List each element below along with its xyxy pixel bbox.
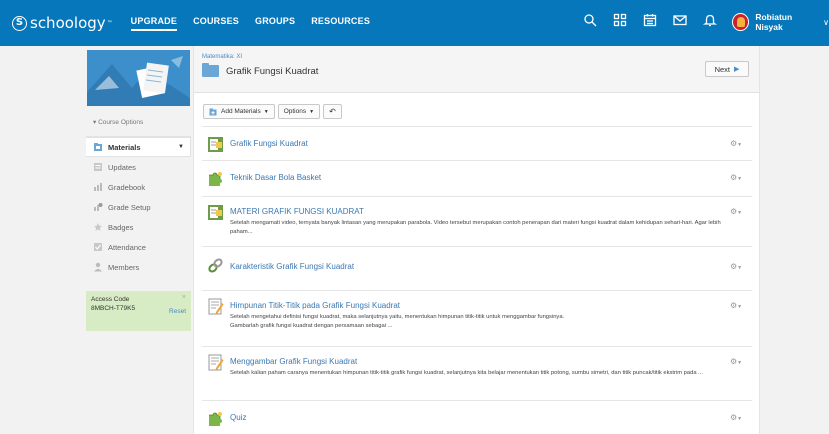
- sidebar-item-updates[interactable]: Updates: [86, 157, 191, 177]
- folder-icon: [202, 63, 219, 77]
- avatar[interactable]: [732, 13, 750, 31]
- course-menu: Materials ▼ Updates Gradebook Grade Setu…: [86, 136, 191, 277]
- assignment-icon: [207, 354, 224, 371]
- user-name[interactable]: Robiatun Nisyak: [755, 12, 819, 32]
- add-materials-icon: [209, 108, 217, 116]
- calendar-icon[interactable]: [643, 13, 657, 27]
- page-icon: [207, 136, 224, 153]
- sidebar-item-grade-setup[interactable]: Grade Setup: [86, 197, 191, 217]
- gear-icon[interactable]: ⚙▼: [730, 207, 742, 216]
- gear-icon[interactable]: ⚙▼: [730, 357, 742, 366]
- page-title: Grafik Fungsi Kuadrat: [226, 65, 319, 77]
- gear-icon[interactable]: ⚙▼: [730, 301, 742, 310]
- chevron-down-icon[interactable]: ∨: [823, 18, 829, 27]
- link-icon: [207, 257, 224, 274]
- sidebar-item-gradebook[interactable]: Gradebook: [86, 177, 191, 197]
- material-title[interactable]: Himpunan Titik-Titik pada Grafik Fungsi …: [230, 301, 400, 310]
- gear-icon[interactable]: ⚙▼: [730, 413, 742, 422]
- close-icon[interactable]: ×: [182, 294, 186, 301]
- updates-icon: [93, 162, 103, 172]
- material-title[interactable]: Grafik Fungsi Kuadrat: [230, 139, 308, 148]
- nav-link-groups[interactable]: GROUPS: [255, 16, 295, 31]
- gear-icon[interactable]: ⚙▼: [730, 139, 742, 148]
- members-icon: [93, 262, 103, 272]
- schoology-logo[interactable]: S schoology ™: [12, 14, 113, 32]
- list-item: MATERI GRAFIK FUNGSI KUADRAT Setelah men…: [202, 196, 752, 246]
- nav-icon-group: [583, 13, 733, 27]
- bell-icon[interactable]: [703, 13, 717, 27]
- main-nav-links: UPGRADE COURSES GROUPS RESOURCES: [130, 16, 386, 31]
- reset-access-code-link[interactable]: Reset: [169, 308, 186, 315]
- materials-toolbar: Add Materials ▼ Options ▼ ↶: [203, 104, 345, 119]
- material-description: Setelah mengamati video, ternyata banyak…: [230, 220, 721, 235]
- material-title[interactable]: Karakteristik Grafik Fungsi Kuadrat: [230, 262, 354, 271]
- gear-icon[interactable]: ⚙▼: [730, 262, 742, 271]
- chevron-down-icon: ▼: [309, 108, 315, 115]
- sidebar-item-attendance[interactable]: Attendance: [86, 237, 191, 257]
- badge-icon: [93, 222, 103, 232]
- undo-arrow-icon: ↶: [329, 107, 336, 116]
- chevron-down-icon: ▼: [263, 108, 269, 115]
- schoology-logo-icon: S: [12, 15, 27, 31]
- puzzle-icon: [207, 170, 224, 187]
- material-title[interactable]: Menggambar Grafik Fungsi Kuadrat: [230, 357, 357, 366]
- list-item: Grafik Fungsi Kuadrat ⚙▼: [202, 126, 752, 160]
- course-options-toggle[interactable]: ▾ Course Options: [93, 118, 191, 126]
- add-materials-button[interactable]: Add Materials ▼: [203, 104, 275, 119]
- access-code-box: Access Code 8MBCH-T79K5 × Reset: [86, 291, 191, 331]
- arrow-right-icon: ▶: [734, 66, 740, 73]
- list-item: Menggambar Grafik Fungsi Kuadrat Setelah…: [202, 346, 752, 400]
- sidebar-item-materials[interactable]: Materials ▼: [86, 137, 191, 157]
- nav-link-upgrade[interactable]: UPGRADE: [130, 16, 178, 31]
- course-sidebar: ▾ Course Options Materials ▼ Updates Gra…: [86, 50, 191, 331]
- materials-list: Grafik Fungsi Kuadrat ⚙▼ Teknik Dasar Bo…: [202, 126, 752, 434]
- material-description: Setelah kalian paham caranya menentukan …: [230, 370, 704, 376]
- course-options-label: Course Options: [98, 119, 144, 126]
- assignment-icon: [207, 298, 224, 315]
- list-item: Himpunan Titik-Titik pada Grafik Fungsi …: [202, 290, 752, 346]
- options-button[interactable]: Options ▼: [277, 104, 321, 119]
- apps-grid-icon[interactable]: [613, 13, 627, 27]
- nav-link-resources[interactable]: RESOURCES: [311, 16, 370, 31]
- chevron-down-icon[interactable]: ▼: [178, 144, 184, 150]
- material-title[interactable]: Quiz: [230, 413, 246, 422]
- material-title[interactable]: Teknik Dasar Bola Basket: [230, 173, 321, 182]
- course-profile-image: [87, 50, 190, 106]
- user-menu[interactable]: Robiatun Nisyak ∨: [732, 12, 829, 32]
- nav-link-courses[interactable]: COURSES: [193, 16, 239, 31]
- breadcrumb[interactable]: Matematika: XI: [202, 54, 242, 60]
- sidebar-item-badges[interactable]: Badges: [86, 217, 191, 237]
- access-code-label: Access Code: [91, 296, 130, 303]
- sidebar-item-members[interactable]: Members: [86, 257, 191, 277]
- page-icon: [207, 204, 224, 221]
- material-title[interactable]: MATERI GRAFIK FUNGSI KUADRAT: [230, 207, 364, 216]
- logo-text: schoology: [30, 14, 106, 32]
- gradebook-icon: [93, 182, 103, 192]
- top-navigation-bar: S schoology ™ UPGRADE COURSES GROUPS RESO…: [0, 0, 829, 46]
- attendance-icon: [93, 242, 103, 252]
- next-button[interactable]: Next ▶: [705, 61, 749, 77]
- material-description: Setelah mengetahui definisi fungsi kuadr…: [230, 314, 565, 329]
- back-button[interactable]: ↶: [323, 104, 342, 119]
- mail-icon[interactable]: [673, 13, 687, 27]
- list-item: Karakteristik Grafik Fungsi Kuadrat ⚙▼: [202, 246, 752, 290]
- list-item: Quiz ⚙▼: [202, 400, 752, 434]
- gear-icon[interactable]: ⚙▼: [730, 173, 742, 182]
- folder-header: Matematika: XI Grafik Fungsi Kuadrat Nex…: [194, 46, 759, 93]
- materials-icon: [93, 142, 103, 152]
- search-icon[interactable]: [583, 13, 597, 27]
- puzzle-icon: [207, 410, 224, 427]
- grade-setup-icon: [93, 202, 103, 212]
- materials-panel: Matematika: XI Grafik Fungsi Kuadrat Nex…: [193, 46, 760, 434]
- list-item: Teknik Dasar Bola Basket ⚙▼: [202, 160, 752, 196]
